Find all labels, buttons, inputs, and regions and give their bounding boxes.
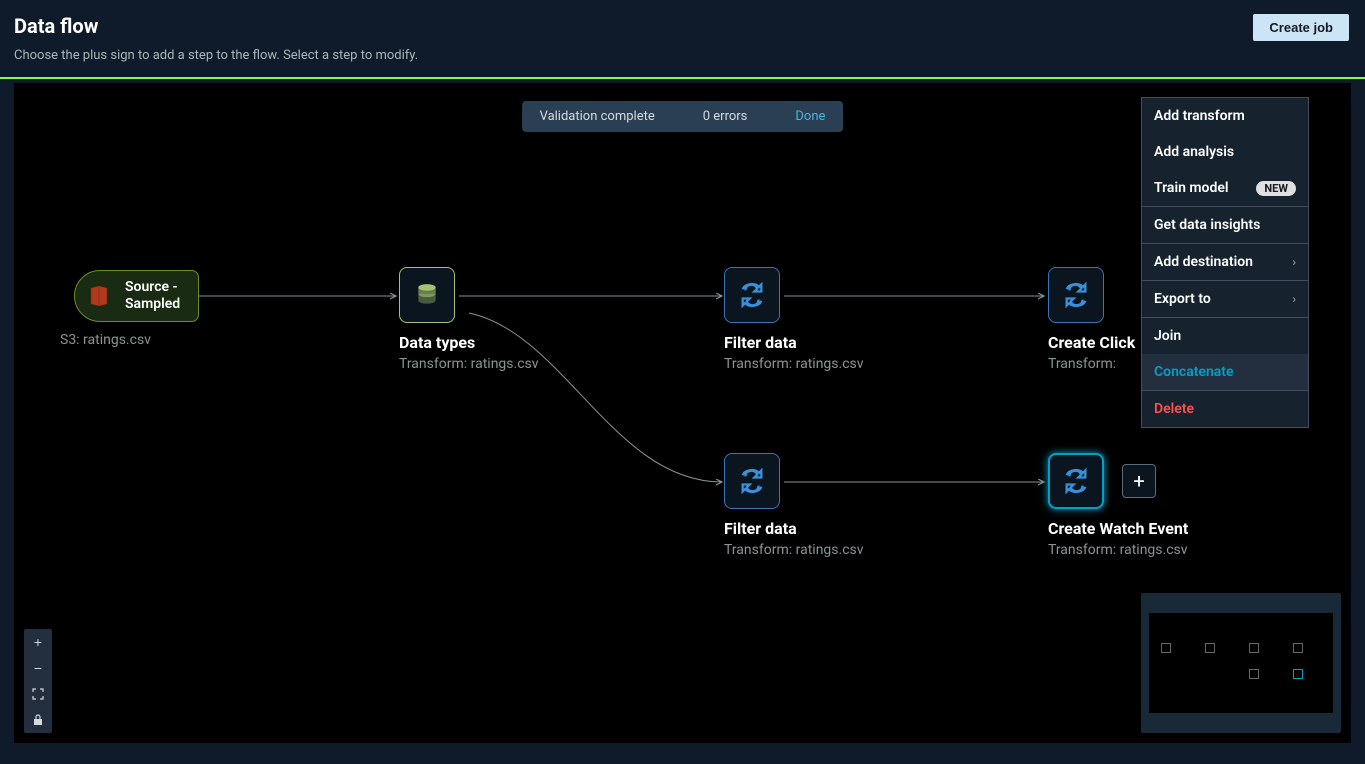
datatypes-sub: Transform: ratings.csv	[399, 356, 539, 372]
zoom-fit-button[interactable]	[24, 681, 52, 707]
new-badge: NEW	[1256, 181, 1296, 196]
menu-add-analysis[interactable]: Add analysis	[1142, 134, 1308, 170]
source-line2: Sampled	[125, 296, 180, 312]
validation-status: Validation complete	[540, 109, 655, 124]
menu-add-destination[interactable]: Add destination ›	[1142, 243, 1308, 280]
filter2-title: Filter data	[724, 519, 864, 538]
menu-add-transform[interactable]: Add transform	[1142, 98, 1308, 134]
menu-delete[interactable]: Delete	[1142, 390, 1308, 427]
zoom-in-button[interactable]: +	[24, 629, 52, 655]
add-step-button[interactable]: +	[1122, 464, 1156, 498]
filter1-sub: Transform: ratings.csv	[724, 356, 864, 372]
plus-icon: +	[1133, 469, 1144, 493]
chevron-right-icon: ›	[1292, 255, 1296, 269]
click-sub: Transform:	[1048, 356, 1135, 372]
datatypes-title: Data types	[399, 333, 539, 352]
context-menu: Add transform Add analysis Train model N…	[1141, 97, 1309, 428]
menu-get-insights[interactable]: Get data insights	[1142, 206, 1308, 243]
chevron-right-icon: ›	[1292, 292, 1296, 306]
source-subtitle: S3: ratings.csv	[60, 332, 199, 348]
zoom-lock-button[interactable]	[24, 707, 52, 733]
validation-done-button[interactable]: Done	[795, 109, 825, 124]
lock-icon	[33, 714, 43, 726]
filter1-title: Filter data	[724, 333, 864, 352]
source-line1: Source -	[125, 279, 178, 295]
watch-title: Create Watch Event	[1048, 519, 1188, 538]
menu-export-to[interactable]: Export to ›	[1142, 280, 1308, 317]
transform-icon	[1062, 467, 1090, 495]
transform-icon	[738, 281, 766, 309]
node-filter-1[interactable]: Filter data Transform: ratings.csv	[724, 267, 864, 372]
fullscreen-icon	[32, 688, 44, 700]
node-datatypes[interactable]: Data types Transform: ratings.csv	[399, 267, 539, 372]
create-job-button[interactable]: Create job	[1253, 14, 1349, 41]
database-icon	[414, 282, 440, 308]
flow-canvas[interactable]: Source - Sampled S3: ratings.csv Data ty…	[14, 83, 1351, 743]
menu-join[interactable]: Join	[1142, 317, 1308, 354]
validation-bar: Validation complete 0 errors Done	[522, 101, 844, 132]
transform-icon	[1062, 281, 1090, 309]
filter2-sub: Transform: ratings.csv	[724, 542, 864, 558]
node-filter-2[interactable]: Filter data Transform: ratings.csv	[724, 453, 864, 558]
source-icon	[85, 282, 113, 310]
validation-errors: 0 errors	[703, 109, 748, 124]
minimap[interactable]	[1141, 593, 1341, 733]
menu-train-model[interactable]: Train model NEW	[1142, 170, 1308, 206]
node-create-click[interactable]: Create Click Transform:	[1048, 267, 1135, 372]
click-title: Create Click	[1048, 333, 1135, 352]
minimap-viewport	[1149, 613, 1333, 713]
node-source[interactable]: Source - Sampled S3: ratings.csv	[74, 270, 199, 348]
page-title: Data flow	[14, 14, 418, 38]
node-create-watch-event[interactable]: Create Watch Event Transform: ratings.cs…	[1048, 453, 1188, 558]
zoom-out-button[interactable]: −	[24, 655, 52, 681]
watch-sub: Transform: ratings.csv	[1048, 542, 1188, 558]
zoom-controls: + −	[24, 629, 52, 733]
transform-icon	[738, 467, 766, 495]
page-subtitle: Choose the plus sign to add a step to th…	[14, 48, 418, 63]
menu-concatenate[interactable]: Concatenate	[1142, 354, 1308, 390]
